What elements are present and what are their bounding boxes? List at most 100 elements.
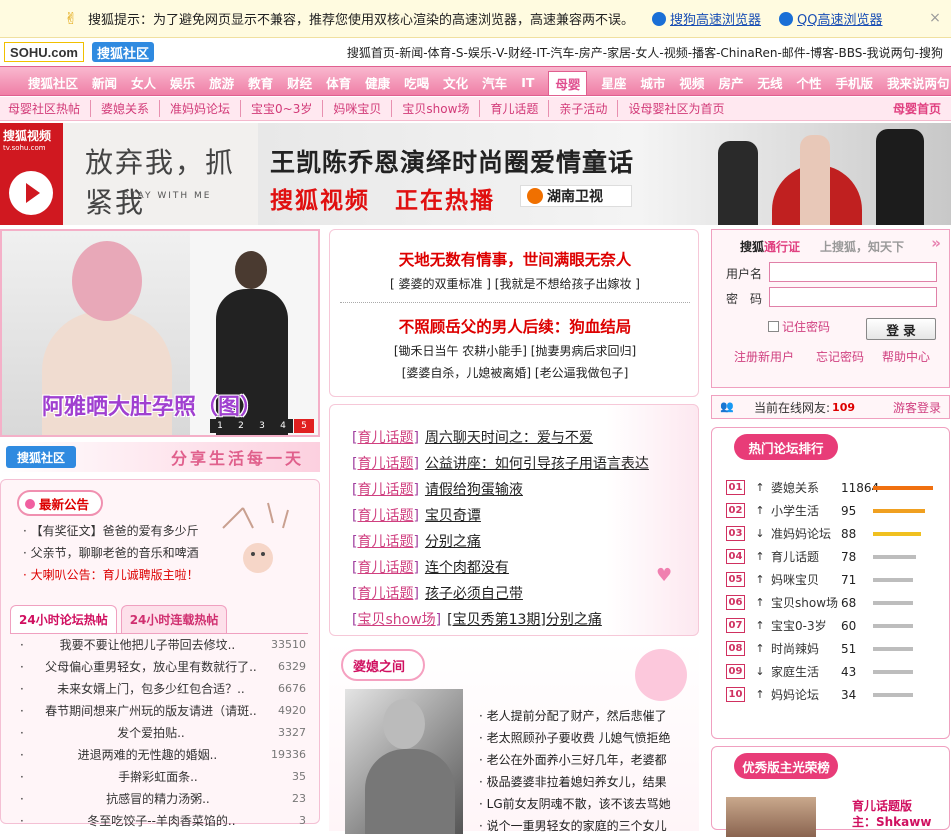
rank-forum-name[interactable]: 育儿话题: [771, 548, 841, 565]
rank-item[interactable]: 02 ↑ 小学生活 95: [726, 499, 933, 522]
topic-title[interactable]: 公益讲座：如何引导孩子用语言表达: [425, 456, 649, 472]
topic-tag[interactable]: [育儿话题]: [352, 456, 419, 472]
popo-item[interactable]: · LG前女友阴魂不散，该不该去骂她: [479, 793, 671, 815]
hot-thread-item[interactable]: · 未来女婿上门，包多少红包合适？.. 6676: [10, 678, 308, 700]
popo-item[interactable]: · 老人提前分配了财产，然后悲催了: [479, 705, 671, 727]
slide-page-button[interactable]: 3: [252, 419, 272, 433]
topic-title[interactable]: 分别之痛: [425, 534, 481, 550]
rank-item[interactable]: 01 ↑ 婆媳关系 11864: [726, 476, 933, 499]
topic-title[interactable]: 请假给狗蛋输液: [425, 482, 523, 498]
popo-item[interactable]: · 老公在外面养小三好几年，老婆都: [479, 749, 671, 771]
topic-item[interactable]: [育儿话题] 周六聊天时间之：爱与不爱: [352, 425, 649, 451]
topic-title[interactable]: [宝贝秀第13期]分别之痛: [447, 612, 602, 628]
tab-24h-forum[interactable]: 24小时论坛热帖: [10, 605, 117, 633]
channel-item[interactable]: 文化: [443, 73, 468, 92]
channel-item[interactable]: 教育: [248, 73, 273, 92]
moderator-name[interactable]: 主：Shkaww: [852, 813, 931, 830]
topic-tag[interactable]: [宝贝show场]: [352, 612, 441, 628]
featured-headline-1[interactable]: 天地无数有情事，世间满眼无奈人: [330, 248, 700, 270]
rank-item[interactable]: 07 ↑ 宝宝0-3岁 60: [726, 614, 933, 637]
subnav-item[interactable]: 母婴社区热帖: [0, 100, 92, 117]
topic-tag[interactable]: [育儿话题]: [352, 508, 419, 524]
hot-thread-item[interactable]: · 手擀彩虹面条.. 35: [10, 766, 308, 788]
rank-forum-name[interactable]: 家庭生活: [771, 663, 841, 680]
slide-page-button[interactable]: 4: [273, 419, 293, 433]
popo-title[interactable]: 婆媳之间: [341, 649, 425, 681]
password-input[interactable]: [769, 287, 937, 307]
slide-page-button[interactable]: 2: [231, 419, 251, 433]
subnav-item[interactable]: 宝宝0~3岁: [241, 100, 324, 117]
rank-item[interactable]: 06 ↑ 宝贝show场 68: [726, 591, 933, 614]
channel-item[interactable]: 娱乐: [170, 73, 195, 92]
topic-item[interactable]: [育儿话题] 分别之痛: [352, 529, 649, 555]
channel-item[interactable]: 房产: [718, 73, 743, 92]
popo-item[interactable]: · 老太照顾孙子要收费 儿媳气愤拒绝: [479, 727, 671, 749]
site-links[interactable]: 搜狐首页-新闻-体育-S-娱乐-V-财经-IT-汽车-房产-家居-女人-视频-播…: [347, 44, 943, 61]
channel-item[interactable]: 我来说两句: [887, 73, 950, 92]
muying-home-link[interactable]: 母婴首页: [893, 100, 941, 117]
video-banner[interactable]: 搜狐视频 tv.sohu.com 放弃我，抓紧我 STAY WITH ME 王凯…: [0, 123, 951, 225]
forgot-password-link[interactable]: 忘记密码: [816, 348, 864, 365]
channel-item[interactable]: 城市: [640, 73, 665, 92]
topic-tag[interactable]: [育儿话题]: [352, 586, 419, 602]
hot-thread-item[interactable]: · 父母偏心重男轻女，放心里有数就行了.. 6329: [10, 656, 308, 678]
topic-item[interactable]: [宝贝show场] [宝贝秀第13期]分别之痛: [352, 607, 649, 633]
qq-browser-link[interactable]: QQ高速浏览器: [779, 9, 883, 28]
topic-tag[interactable]: [育儿话题]: [352, 430, 419, 446]
rank-forum-name[interactable]: 妈咪宝贝: [771, 571, 841, 588]
rank-forum-name[interactable]: 宝宝0-3岁: [771, 617, 841, 634]
announcement-item[interactable]: · 大喇叭公告：育儿诚聘版主啦！: [23, 564, 199, 586]
channel-item[interactable]: 无线: [757, 73, 782, 92]
subnav-item[interactable]: 育儿话题: [480, 100, 550, 117]
topic-item[interactable]: [育儿话题] 请假给狗蛋输液: [352, 477, 649, 503]
channel-item[interactable]: 财经: [287, 73, 312, 92]
topic-title[interactable]: 周六聊天时间之：爱与不爱: [425, 430, 593, 446]
slide-caption[interactable]: 阿雅晒大肚孕照（图）: [42, 389, 262, 421]
rank-item[interactable]: 05 ↑ 妈咪宝贝 71: [726, 568, 933, 591]
hot-thread-item[interactable]: · 抗感冒的精力汤粥.. 23: [10, 788, 308, 810]
photo-slider[interactable]: 阿雅晒大肚孕照（图） 12345: [0, 229, 320, 437]
topic-tag[interactable]: [育儿话题]: [352, 534, 419, 550]
rank-forum-name[interactable]: 准妈妈论坛: [771, 525, 841, 542]
channel-item[interactable]: 新闻: [92, 73, 117, 92]
topic-title[interactable]: 连个肉都没有: [425, 560, 509, 576]
featured-links-2[interactable]: [锄禾日当午 农耕小能手] [抛妻男病后求回归]: [330, 342, 700, 359]
moderator-board[interactable]: 育儿话题版: [852, 797, 912, 814]
channel-item[interactable]: 吃喝: [404, 73, 429, 92]
featured-headline-2[interactable]: 不照顾岳父的男人后续：狗血结局: [330, 315, 700, 337]
rank-forum-name[interactable]: 宝贝show场: [771, 594, 841, 611]
announcement-item[interactable]: · 父亲节，聊聊老爸的音乐和啤酒: [23, 542, 199, 564]
channel-item[interactable]: 体育: [326, 73, 351, 92]
featured-links-3[interactable]: [婆婆自杀，儿媳被离婚] [老公逼我做包子]: [330, 364, 700, 381]
tab-24h-serial[interactable]: 24小时连载热帖: [120, 605, 228, 633]
topic-item[interactable]: [育儿话题] 宝贝奇谭: [352, 503, 649, 529]
rank-forum-name[interactable]: 时尚辣妈: [771, 640, 841, 657]
hot-thread-item[interactable]: · 发个爱拍贴.. 3327: [10, 722, 308, 744]
sohu-logo[interactable]: SOHU.com: [4, 42, 84, 62]
help-center-link[interactable]: 帮助中心: [882, 348, 930, 365]
close-icon[interactable]: ×: [927, 10, 943, 26]
channel-item[interactable]: 女人: [131, 73, 156, 92]
rank-forum-name[interactable]: 小学生活: [771, 502, 841, 519]
slide-page-button[interactable]: 1: [210, 419, 230, 433]
moderator-avatar[interactable]: [726, 797, 816, 837]
rank-item[interactable]: 10 ↑ 妈妈论坛 34: [726, 683, 933, 706]
subnav-item[interactable]: 设母婴社区为首页: [618, 100, 734, 117]
hot-thread-item[interactable]: · 我要不要让他把儿子带回去修坟.. 33510: [10, 634, 308, 656]
slide-page-button[interactable]: 5: [294, 419, 314, 433]
topic-item[interactable]: [育儿话题] 连个肉都没有: [352, 555, 649, 581]
shequ-logo-small[interactable]: 搜狐社区: [6, 446, 76, 468]
subnav-item[interactable]: 妈咪宝贝: [323, 100, 393, 117]
channel-item[interactable]: 星座: [601, 73, 626, 92]
double-arrow-icon[interactable]: »: [931, 234, 941, 252]
subnav-item[interactable]: 婆媳关系: [91, 100, 161, 117]
topic-item[interactable]: [育儿话题] 孩子必须自己带: [352, 581, 649, 607]
remember-checkbox[interactable]: 记住密码: [768, 318, 830, 335]
channel-item[interactable]: IT: [521, 75, 534, 90]
checkbox-box[interactable]: [768, 321, 779, 332]
rank-item[interactable]: 04 ↑ 育儿话题 78: [726, 545, 933, 568]
popo-item[interactable]: · 极品婆婆非拉着媳妇养女儿，结果: [479, 771, 671, 793]
subnav-item[interactable]: 宝贝show场: [392, 100, 481, 117]
subnav-item[interactable]: 亲子活动: [549, 100, 619, 117]
subnav-item[interactable]: 准妈妈论坛: [160, 100, 242, 117]
